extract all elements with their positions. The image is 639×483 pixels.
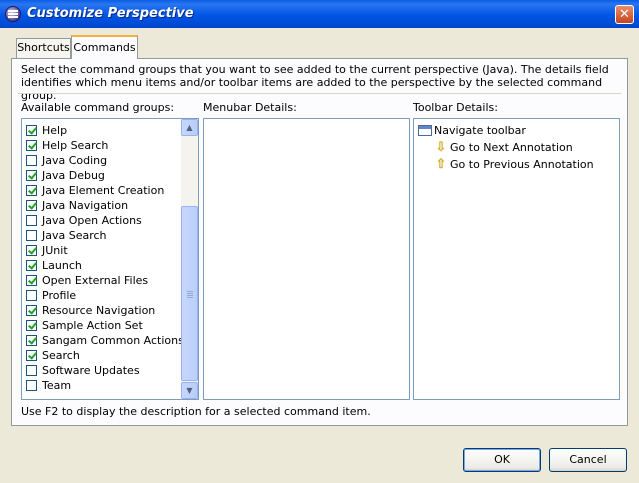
status-hint: Use F2 to display the description for a … — [21, 405, 371, 418]
command-group-item[interactable]: Sangam Common Actions — [26, 333, 184, 348]
ok-button[interactable]: OK — [463, 448, 541, 472]
command-group-item[interactable]: Java Coding — [26, 153, 178, 168]
command-group-label: Java Search — [42, 229, 107, 242]
toolbar-details-label: Toolbar Details: — [413, 101, 498, 114]
checkbox[interactable] — [26, 275, 37, 286]
command-group-label: Search — [42, 349, 80, 362]
command-group-item[interactable]: Java Open Actions — [26, 213, 178, 228]
command-group-label: Help Search — [42, 139, 109, 152]
checkbox[interactable] — [26, 170, 37, 181]
grip-icon — [187, 291, 193, 292]
title-bar: Customize Perspective ✕ — [0, 0, 639, 28]
checkbox[interactable] — [26, 140, 37, 151]
command-group-item[interactable]: Search — [26, 348, 178, 363]
checkbox[interactable] — [26, 290, 37, 301]
command-group-label: Profile — [42, 289, 77, 302]
command-group-item[interactable]: Java Search — [26, 228, 178, 243]
tree-item-label: Go to Previous Annotation — [450, 158, 594, 171]
arrow-up-icon: ⇧ — [435, 157, 447, 172]
command-group-item[interactable]: Java Navigation — [26, 198, 178, 213]
command-group-label: Open External Files — [42, 274, 149, 287]
checkbox[interactable] — [26, 185, 37, 196]
tab-commands[interactable]: Commands — [71, 35, 138, 59]
command-group-item[interactable]: JUnit — [26, 243, 178, 258]
command-group-item[interactable]: Profile — [26, 288, 178, 303]
tree-item-label: Go to Next Annotation — [450, 141, 573, 154]
tree-item-label: Navigate toolbar — [434, 124, 526, 137]
toolbar-details-tree[interactable]: Navigate toolbar ⇩ Go to Next Annotation… — [413, 118, 620, 400]
checkbox[interactable] — [26, 260, 37, 271]
command-group-label: Team — [42, 379, 72, 392]
checkbox[interactable] — [26, 350, 37, 361]
scroll-up-button[interactable]: ▲ — [181, 119, 198, 136]
scroll-thumb[interactable] — [181, 206, 198, 381]
close-button[interactable]: ✕ — [615, 5, 634, 24]
command-group-item[interactable]: Launch — [26, 258, 178, 273]
vertical-scrollbar[interactable]: ▲ ▼ — [181, 119, 198, 399]
command-group-label: Java Debug — [42, 169, 105, 182]
command-group-label: Java Element Creation — [42, 184, 165, 197]
checkbox[interactable] — [26, 155, 37, 166]
checkbox[interactable] — [26, 215, 37, 226]
checkbox[interactable] — [26, 200, 37, 211]
tree-item-next-annotation[interactable]: ⇩ Go to Next Annotation — [433, 140, 573, 156]
available-groups-label: Available command groups: — [21, 101, 175, 114]
command-group-label: Java Open Actions — [42, 214, 142, 227]
command-group-label: Java Navigation — [42, 199, 129, 212]
checkbox[interactable] — [26, 320, 37, 331]
command-group-item[interactable]: Sample Action Set — [26, 318, 178, 333]
command-group-label: Help — [42, 124, 68, 137]
checkbox[interactable] — [26, 365, 37, 376]
menubar-details-box[interactable] — [203, 118, 410, 400]
command-group-item[interactable]: Resource Navigation — [26, 303, 178, 318]
tab-shortcuts[interactable]: Shortcuts — [16, 38, 71, 58]
checkbox[interactable] — [26, 245, 37, 256]
tree-item-navigate-toolbar[interactable]: Navigate toolbar — [418, 123, 526, 139]
command-group-item[interactable]: Java Debug — [26, 168, 178, 183]
checkbox[interactable] — [26, 125, 37, 136]
tree-item-previous-annotation[interactable]: ⇧ Go to Previous Annotation — [433, 157, 594, 173]
command-groups-list[interactable]: Help Help Search Java Coding Java Debug Java… — [21, 118, 199, 400]
command-group-label: Resource Navigation — [42, 304, 156, 317]
checkbox[interactable] — [26, 305, 37, 316]
checkbox[interactable] — [26, 230, 37, 241]
command-group-label: Software Updates — [42, 364, 140, 377]
toolbar-icon — [418, 125, 432, 136]
command-group-item[interactable]: Help Search — [26, 138, 178, 153]
cancel-button[interactable]: Cancel — [549, 448, 627, 472]
command-group-item[interactable]: Team — [26, 378, 178, 393]
arrow-down-icon: ⇩ — [435, 140, 447, 155]
separator — [18, 93, 621, 94]
command-group-label: JUnit — [42, 244, 68, 257]
command-group-label: Java Coding — [42, 154, 108, 167]
menubar-details-label: Menubar Details: — [203, 101, 297, 114]
command-group-item[interactable]: Open External Files — [26, 273, 178, 288]
checkbox[interactable] — [26, 380, 37, 391]
command-group-item[interactable]: Help — [26, 123, 178, 138]
command-group-label: Sangam Common Actions — [42, 334, 184, 347]
checkbox[interactable] — [26, 335, 37, 346]
scroll-down-button[interactable]: ▼ — [181, 382, 198, 399]
window-title: Customize Perspective — [27, 6, 194, 21]
command-group-label: Launch — [42, 259, 82, 272]
eclipse-icon — [5, 6, 21, 22]
command-group-item[interactable]: Java Element Creation — [26, 183, 178, 198]
command-group-label: Sample Action Set — [42, 319, 143, 332]
instructions-text: Select the command groups that you want … — [21, 63, 609, 102]
command-group-item[interactable]: Software Updates — [26, 363, 178, 378]
